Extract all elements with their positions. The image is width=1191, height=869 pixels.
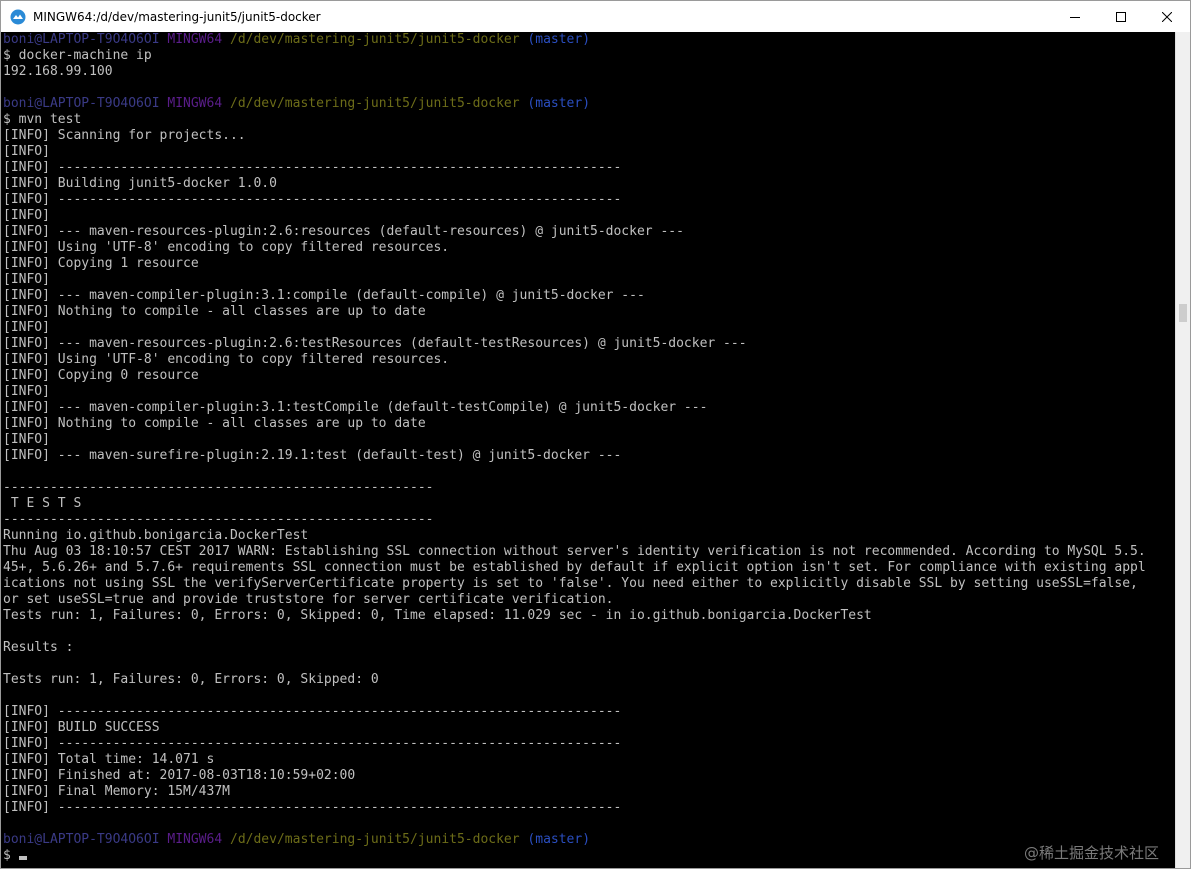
prompt-branch: (master) bbox=[527, 96, 591, 111]
title-bar[interactable]: MINGW64:/d/dev/mastering-junit5/junit5-d… bbox=[1, 1, 1190, 32]
output-line: [INFO] --- maven-surefire-plugin:2.19.1:… bbox=[3, 448, 622, 463]
output-line: [INFO] Using 'UTF-8' encoding to copy fi… bbox=[3, 352, 450, 367]
watermark: @稀土掘金技术社区 bbox=[1023, 844, 1159, 862]
prompt-shell: MINGW64 bbox=[167, 832, 223, 847]
output-line: Tests run: 1, Failures: 0, Errors: 0, Sk… bbox=[3, 608, 872, 623]
output-line: [INFO] Copying 1 resource bbox=[3, 256, 199, 271]
output-line: [INFO] bbox=[3, 384, 50, 399]
output-line: [INFO] bbox=[3, 272, 50, 287]
close-button[interactable] bbox=[1144, 1, 1190, 32]
prompt-shell: MINGW64 bbox=[167, 32, 223, 47]
output-line: [INFO] --- maven-compiler-plugin:3.1:tes… bbox=[3, 400, 708, 415]
output-line: [INFO] ---------------------------------… bbox=[3, 704, 622, 719]
output-line: $ mvn test bbox=[3, 112, 82, 127]
output-line: [INFO] BUILD SUCCESS bbox=[3, 720, 160, 735]
prompt-line: boni@LAPTOP-T9O4O6OI MINGW64 /d/dev/mast… bbox=[3, 96, 1146, 112]
maximize-button[interactable] bbox=[1098, 1, 1144, 32]
output-line: 45+, 5.6.26+ and 5.7.6+ requirements SSL… bbox=[3, 560, 1146, 575]
output-line: [INFO] Copying 0 resource bbox=[3, 368, 199, 383]
prompt-shell: MINGW64 bbox=[167, 96, 223, 111]
output-line: [INFO] bbox=[3, 208, 50, 223]
prompt-path: /d/dev/mastering-junit5/junit5-docker bbox=[230, 96, 520, 111]
text-cursor bbox=[18, 856, 27, 860]
input-prompt: $ bbox=[3, 848, 19, 863]
output-line: [INFO] bbox=[3, 320, 50, 335]
vertical-scrollbar[interactable] bbox=[1175, 32, 1190, 868]
prompt-user-host: boni@LAPTOP-T9O4O6OI bbox=[3, 32, 160, 47]
prompt-path: /d/dev/mastering-junit5/junit5-docker bbox=[230, 32, 520, 47]
prompt-line: boni@LAPTOP-T9O4O6OI MINGW64 /d/dev/mast… bbox=[3, 32, 1146, 48]
window-controls bbox=[1052, 1, 1190, 32]
output-line: [INFO] Total time: 14.071 s bbox=[3, 752, 215, 767]
output-line: [INFO] --- maven-compiler-plugin:3.1:com… bbox=[3, 288, 645, 303]
maximize-icon bbox=[1116, 11, 1126, 22]
output-line: Running io.github.bonigarcia.DockerTest bbox=[3, 528, 309, 543]
output-line: ications not using SSL the verifyServerC… bbox=[3, 576, 1138, 591]
terminal-lines: boni@LAPTOP-T9O4O6OI MINGW64 /d/dev/mast… bbox=[3, 32, 1146, 864]
output-line: [INFO] Building junit5-docker 1.0.0 bbox=[3, 176, 277, 191]
output-line: $ docker-machine ip bbox=[3, 48, 152, 63]
minimize-icon bbox=[1070, 16, 1080, 18]
output-line: Thu Aug 03 18:10:57 CEST 2017 WARN: Esta… bbox=[3, 544, 1146, 559]
prompt-user-host: boni@LAPTOP-T9O4O6OI bbox=[3, 832, 160, 847]
output-line: 192.168.99.100 bbox=[3, 64, 113, 79]
terminal-output[interactable]: boni@LAPTOP-T9O4O6OI MINGW64 /d/dev/mast… bbox=[1, 32, 1177, 868]
output-line: [INFO] Finished at: 2017-08-03T18:10:59+… bbox=[3, 768, 356, 783]
command-input-line: $ bbox=[3, 848, 1146, 864]
terminal-window: MINGW64:/d/dev/mastering-junit5/junit5-d… bbox=[0, 0, 1191, 869]
output-line: [INFO] Nothing to compile - all classes … bbox=[3, 304, 426, 319]
output-line: [INFO] --- maven-resources-plugin:2.6:te… bbox=[3, 336, 747, 351]
output-line: [INFO] bbox=[3, 432, 50, 447]
output-line: ----------------------------------------… bbox=[3, 480, 434, 495]
prompt-path: /d/dev/mastering-junit5/junit5-docker bbox=[230, 832, 520, 847]
output-line: Tests run: 1, Failures: 0, Errors: 0, Sk… bbox=[3, 672, 379, 687]
prompt-line: boni@LAPTOP-T9O4O6OI MINGW64 /d/dev/mast… bbox=[3, 832, 1146, 848]
window-title: MINGW64:/d/dev/mastering-junit5/junit5-d… bbox=[33, 9, 321, 24]
output-line: [INFO] Scanning for projects... bbox=[3, 128, 246, 143]
output-line: [INFO] bbox=[3, 144, 50, 159]
prompt-branch: (master) bbox=[527, 32, 591, 47]
output-line: [INFO] Using 'UTF-8' encoding to copy fi… bbox=[3, 240, 450, 255]
output-line: [INFO] ---------------------------------… bbox=[3, 192, 622, 207]
prompt-user-host: boni@LAPTOP-T9O4O6OI bbox=[3, 96, 160, 111]
close-icon bbox=[1162, 11, 1172, 22]
output-line: Results : bbox=[3, 640, 74, 655]
output-line: T E S T S bbox=[3, 496, 82, 511]
scrollbar-thumb[interactable] bbox=[1179, 304, 1187, 322]
output-line: or set useSSL=true and provide truststor… bbox=[3, 592, 614, 607]
minimize-button[interactable] bbox=[1052, 1, 1098, 32]
output-line: [INFO] Final Memory: 15M/437M bbox=[3, 784, 230, 799]
output-line: ----------------------------------------… bbox=[3, 512, 434, 527]
output-line: [INFO] Nothing to compile - all classes … bbox=[3, 416, 426, 431]
output-line: [INFO] ---------------------------------… bbox=[3, 160, 622, 175]
mingw-app-icon[interactable] bbox=[10, 9, 26, 25]
output-line: [INFO] ---------------------------------… bbox=[3, 800, 622, 815]
output-line: [INFO] ---------------------------------… bbox=[3, 736, 622, 751]
output-line: [INFO] --- maven-resources-plugin:2.6:re… bbox=[3, 224, 684, 239]
prompt-branch: (master) bbox=[527, 832, 591, 847]
